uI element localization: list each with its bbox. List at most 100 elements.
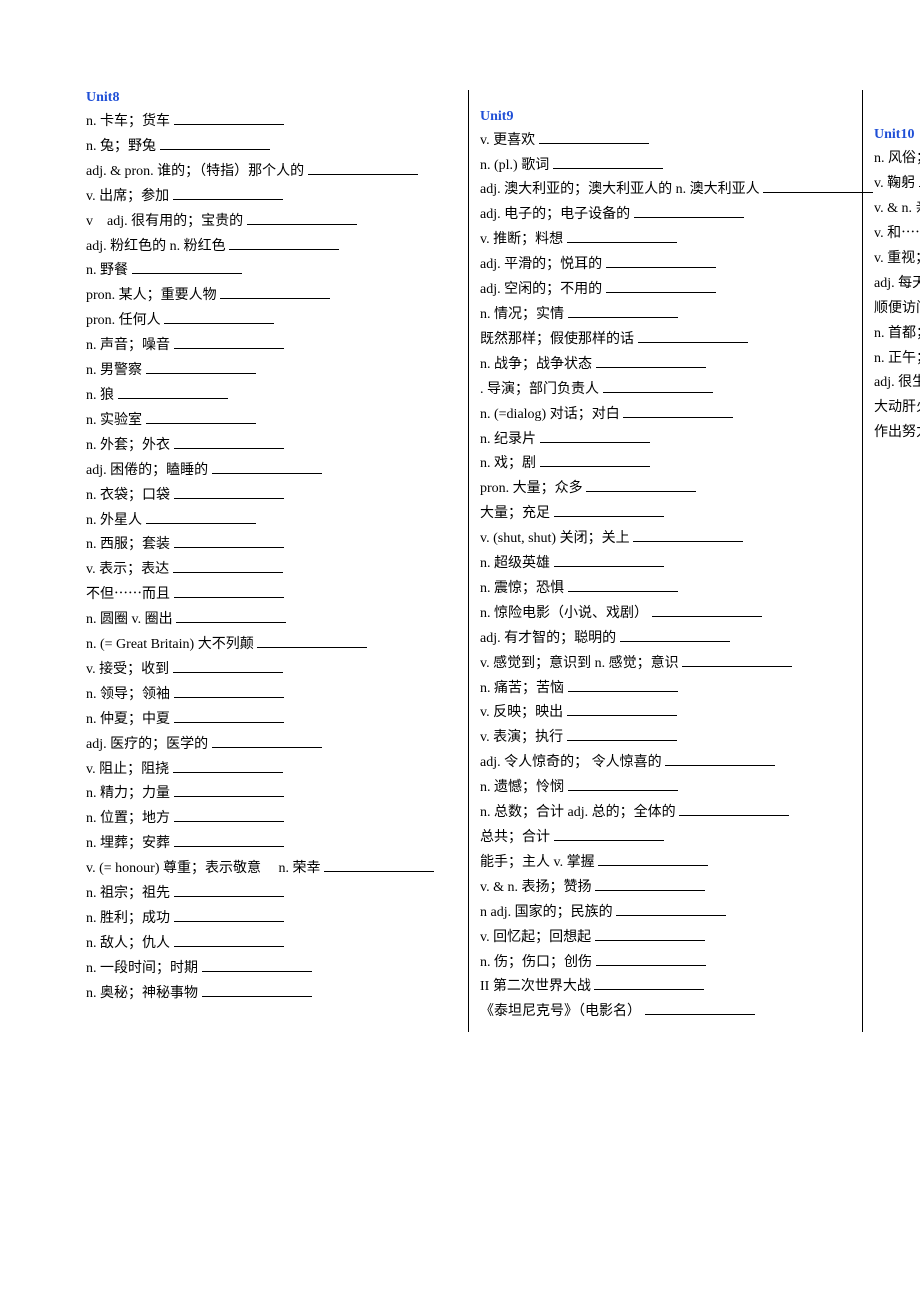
answer-blank[interactable]	[682, 652, 792, 667]
part-of-speech: adj.	[86, 737, 107, 752]
answer-blank[interactable]	[568, 776, 678, 791]
vocab-entry: n. 战争；战争状态	[480, 353, 850, 378]
vocab-entry: n. 埋葬；安葬	[86, 832, 456, 857]
answer-blank[interactable]	[229, 235, 339, 250]
answer-blank[interactable]	[568, 303, 678, 318]
definition: 惊险电影（小说、戏剧）	[494, 606, 648, 621]
answer-blank[interactable]	[645, 1000, 755, 1015]
answer-blank[interactable]	[324, 857, 434, 872]
answer-blank[interactable]	[174, 907, 284, 922]
answer-blank[interactable]	[174, 782, 284, 797]
vocab-entry: v. (shut, shut) 关闭；关上	[480, 527, 850, 552]
answer-blank[interactable]	[568, 577, 678, 592]
definition: 不但⋯⋯而且	[86, 587, 170, 602]
part-of-speech: n.	[86, 986, 97, 1001]
answer-blank[interactable]	[665, 751, 775, 766]
answer-blank[interactable]	[567, 701, 677, 716]
answer-blank[interactable]	[567, 726, 677, 741]
answer-blank[interactable]	[220, 284, 330, 299]
answer-blank[interactable]	[539, 129, 649, 144]
answer-blank[interactable]	[594, 975, 704, 990]
answer-blank[interactable]	[596, 353, 706, 368]
answer-blank[interactable]	[212, 459, 322, 474]
part-of-speech: n.	[480, 456, 491, 471]
answer-blank[interactable]	[308, 160, 418, 175]
vocab-entry: n. 情况；实情	[480, 303, 850, 328]
vocab-entry: n. 超级英雄	[480, 552, 850, 577]
answer-blank[interactable]	[146, 409, 256, 424]
definition: 声音；噪音	[100, 338, 170, 353]
vocab-entry: v. 更喜欢	[480, 129, 850, 154]
answer-blank[interactable]	[554, 552, 664, 567]
answer-blank[interactable]	[174, 683, 284, 698]
answer-blank[interactable]	[679, 801, 789, 816]
answer-blank[interactable]	[634, 203, 744, 218]
definition: 狼	[100, 388, 114, 403]
answer-blank[interactable]	[132, 259, 242, 274]
answer-blank[interactable]	[164, 309, 274, 324]
vocab-entry: n. 震惊；恐惧	[480, 577, 850, 602]
answer-blank[interactable]	[633, 527, 743, 542]
part-of-speech: n adj.	[480, 905, 511, 920]
answer-blank[interactable]	[118, 384, 228, 399]
answer-blank[interactable]	[247, 210, 357, 225]
answer-blank[interactable]	[174, 882, 284, 897]
definition: (=dialog) 对话；对白	[494, 407, 620, 422]
answer-blank[interactable]	[623, 403, 733, 418]
vocab-entry: n. 衣袋；口袋	[86, 484, 456, 509]
answer-blank[interactable]	[540, 428, 650, 443]
vocab-entry: n. 声音；噪音	[86, 334, 456, 359]
answer-blank[interactable]	[603, 378, 713, 393]
vocab-entry: 《泰坦尼克号》（电影名）	[480, 1000, 850, 1025]
answer-blank[interactable]	[598, 851, 708, 866]
answer-blank[interactable]	[146, 359, 256, 374]
answer-blank[interactable]	[620, 627, 730, 642]
answer-blank[interactable]	[174, 583, 284, 598]
answer-blank[interactable]	[176, 608, 286, 623]
answer-blank[interactable]	[174, 932, 284, 947]
answer-blank[interactable]	[174, 484, 284, 499]
answer-blank[interactable]	[173, 758, 283, 773]
definition: 遗憾；怜悯	[494, 780, 564, 795]
vocab-entry: n. 痛苦；苦恼	[480, 677, 850, 702]
definition: 大动肝火；气愤	[874, 400, 920, 415]
answer-blank[interactable]	[595, 926, 705, 941]
answer-blank[interactable]	[606, 253, 716, 268]
answer-blank[interactable]	[173, 658, 283, 673]
answer-blank[interactable]	[606, 278, 716, 293]
answer-blank[interactable]	[554, 826, 664, 841]
answer-blank[interactable]	[554, 502, 664, 517]
answer-blank[interactable]	[257, 633, 367, 648]
answer-blank[interactable]	[174, 807, 284, 822]
answer-blank[interactable]	[595, 876, 705, 891]
answer-blank[interactable]	[652, 602, 762, 617]
answer-blank[interactable]	[173, 558, 283, 573]
answer-blank[interactable]	[638, 328, 748, 343]
answer-blank[interactable]	[174, 334, 284, 349]
answer-blank[interactable]	[586, 477, 696, 492]
definition: 仲夏；中夏	[100, 712, 170, 727]
answer-blank[interactable]	[146, 509, 256, 524]
part-of-speech: n.	[480, 432, 491, 447]
answer-blank[interactable]	[212, 733, 322, 748]
answer-blank[interactable]	[174, 533, 284, 548]
vocab-entry: adj. 平滑的；悦耳的	[480, 253, 850, 278]
answer-blank[interactable]	[174, 110, 284, 125]
answer-blank[interactable]	[202, 957, 312, 972]
answer-blank[interactable]	[174, 434, 284, 449]
answer-blank[interactable]	[596, 951, 706, 966]
answer-blank[interactable]	[567, 228, 677, 243]
answer-blank[interactable]	[553, 154, 663, 169]
vocab-entry: v adj. 很有用的；宝贵的	[86, 210, 456, 235]
answer-blank[interactable]	[540, 452, 650, 467]
answer-blank[interactable]	[202, 982, 312, 997]
definition: 男警察	[100, 363, 142, 378]
definition: 任何人	[119, 313, 161, 328]
answer-blank[interactable]	[616, 901, 726, 916]
answer-blank[interactable]	[174, 708, 284, 723]
answer-blank[interactable]	[174, 832, 284, 847]
answer-blank[interactable]	[763, 178, 873, 193]
answer-blank[interactable]	[568, 677, 678, 692]
answer-blank[interactable]	[160, 135, 270, 150]
answer-blank[interactable]	[173, 185, 283, 200]
